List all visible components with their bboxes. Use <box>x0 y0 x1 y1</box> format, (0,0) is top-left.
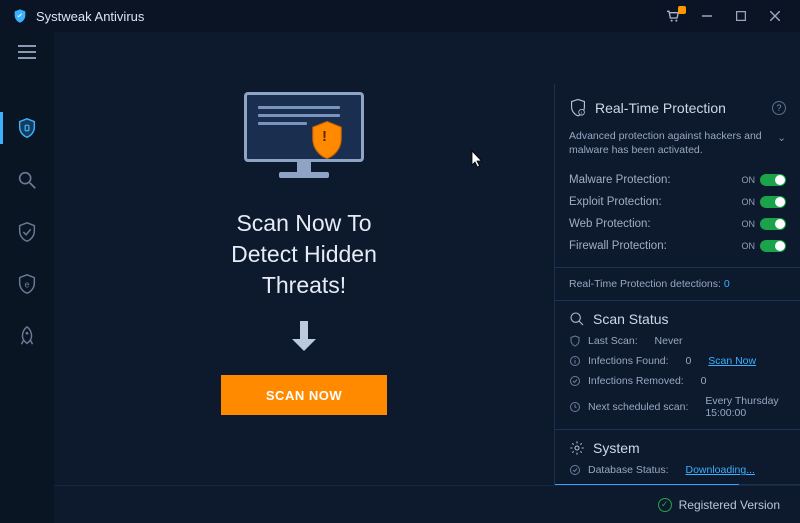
toggle-row-exploit: Exploit Protection: ON <box>569 191 786 213</box>
system-title: System <box>593 440 640 456</box>
svg-text:e: e <box>24 280 29 290</box>
infections-found-row: Infections Found: 0 Scan Now <box>569 355 786 367</box>
firewall-toggle[interactable] <box>760 240 786 252</box>
scan-status-title: Scan Status <box>593 311 669 327</box>
scan-now-link[interactable]: Scan Now <box>708 355 756 367</box>
infections-removed-row: Infections Removed: 0 <box>569 375 786 387</box>
close-button[interactable] <box>758 4 792 28</box>
down-arrow-icon <box>290 321 318 353</box>
toggle-row-firewall: Firewall Protection: ON <box>569 235 786 257</box>
sidebar-item-scan[interactable] <box>0 154 54 206</box>
rtp-detections: Real-Time Protection detections: 0 <box>569 278 786 290</box>
toggle-row-malware: Malware Protection: ON <box>569 169 786 191</box>
next-scan-row: Next scheduled scan: Every Thursday 15:0… <box>569 395 786 419</box>
exploit-toggle[interactable] <box>760 196 786 208</box>
footer-text: Registered Version <box>679 498 780 512</box>
minimize-button[interactable] <box>690 4 724 28</box>
main-content: ! Scan Now To Detect Hidden Threats! SCA… <box>54 32 554 523</box>
chevron-down-icon[interactable]: ⌄ <box>777 132 786 146</box>
sidebar-item-boost[interactable] <box>0 310 54 362</box>
exclamation-icon: ! <box>322 128 327 145</box>
maximize-button[interactable] <box>724 4 758 28</box>
web-toggle[interactable] <box>760 218 786 230</box>
rtp-title: Real-Time Protection <box>595 100 726 116</box>
rtp-description: Advanced protection against hackers and … <box>569 130 771 157</box>
scan-status-icon <box>569 311 585 327</box>
clock-icon <box>569 401 581 413</box>
malware-toggle[interactable] <box>760 174 786 186</box>
sidebar: e <box>0 32 54 523</box>
sidebar-item-home[interactable] <box>0 102 54 154</box>
database-status-row: Database Status: Downloading... <box>569 464 786 476</box>
check-circle-icon <box>569 375 581 387</box>
app-title: Systweak Antivirus <box>36 9 144 24</box>
titlebar: Systweak Antivirus <box>0 0 800 32</box>
app-logo-icon <box>12 8 28 24</box>
sidebar-item-protection[interactable] <box>0 206 54 258</box>
cart-button[interactable] <box>656 4 690 28</box>
system-icon <box>569 440 585 456</box>
database-status-value[interactable]: Downloading... <box>685 464 754 476</box>
shield-check-icon <box>569 335 581 347</box>
monitor-illustration: ! <box>244 92 364 182</box>
cart-badge-icon <box>678 6 686 14</box>
shield-info-icon: i <box>569 98 587 118</box>
help-button[interactable]: ? <box>772 101 786 115</box>
info-icon <box>569 355 581 367</box>
sidebar-item-quarantine[interactable]: e <box>0 258 54 310</box>
footer: ✓ Registered Version <box>54 485 800 523</box>
svg-text:i: i <box>581 110 582 115</box>
check-circle-icon <box>569 464 581 476</box>
toggle-row-web: Web Protection: ON <box>569 213 786 235</box>
hamburger-button[interactable] <box>0 32 54 72</box>
last-scan-row: Last Scan: Never <box>569 335 786 347</box>
scan-now-button[interactable]: SCAN NOW <box>221 375 387 415</box>
registered-check-icon: ✓ <box>658 498 672 512</box>
headline-text: Scan Now To Detect Hidden Threats! <box>231 208 377 301</box>
right-panel: i Real-Time Protection ? Advanced protec… <box>554 84 800 523</box>
alert-shield-icon <box>310 120 344 160</box>
